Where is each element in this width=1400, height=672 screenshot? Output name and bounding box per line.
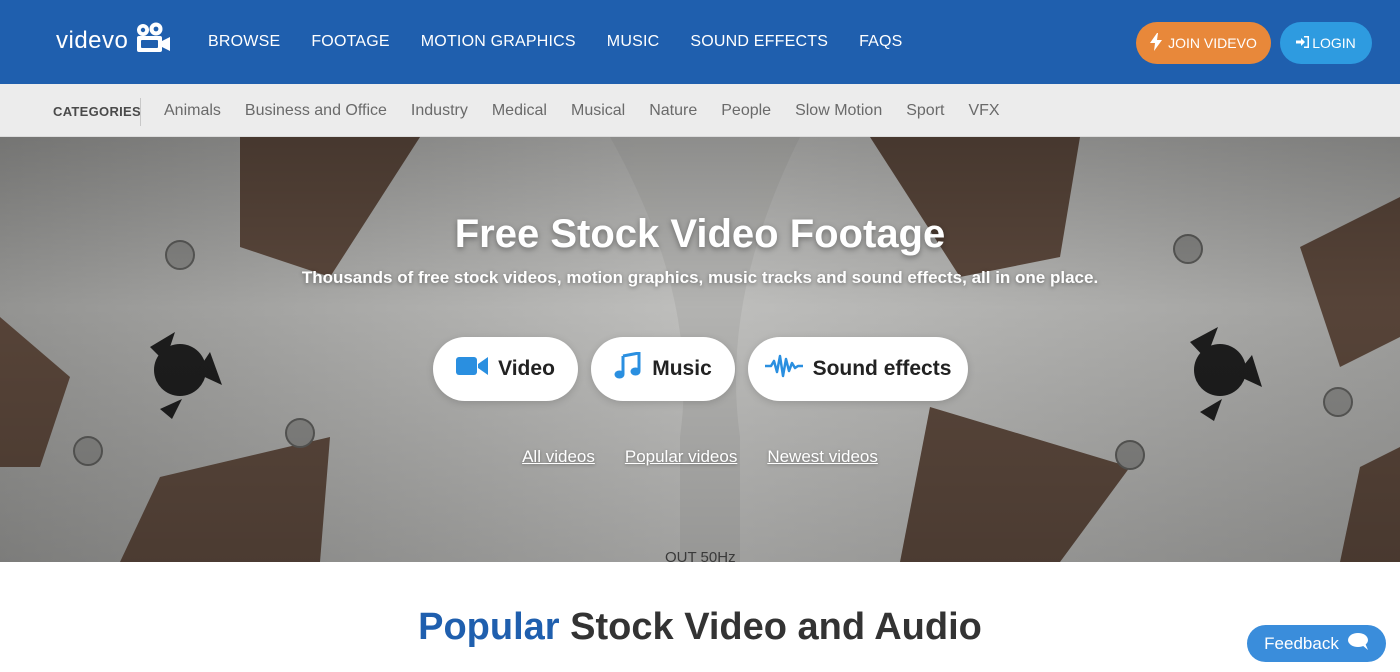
login-button[interactable]: LOGIN xyxy=(1280,22,1372,64)
popular-videos-link[interactable]: Popular videos xyxy=(625,447,737,467)
music-note-icon xyxy=(614,351,642,386)
category-musical[interactable]: Musical xyxy=(571,102,625,120)
category-vfx[interactable]: VFX xyxy=(968,102,999,120)
videvo-logo[interactable]: videvo xyxy=(56,22,172,59)
camera-logo-icon xyxy=(134,22,172,59)
all-videos-link[interactable]: All videos xyxy=(522,447,595,467)
feedback-label: Feedback xyxy=(1264,633,1339,653)
sound-effects-category-button[interactable]: Sound effects xyxy=(748,337,968,401)
categories-label: CATEGORIES xyxy=(53,104,141,119)
category-nature[interactable]: Nature xyxy=(649,102,697,120)
category-sport[interactable]: Sport xyxy=(906,102,944,120)
popular-highlight: Popular xyxy=(418,606,560,648)
popular-section-heading: Popular Stock Video and Audio xyxy=(0,606,1400,649)
sound-effects-label: Sound effects xyxy=(812,357,952,380)
logo-text: videvo xyxy=(56,26,129,54)
category-people[interactable]: People xyxy=(721,102,771,120)
nav-footage[interactable]: FOOTAGE xyxy=(311,33,389,51)
hero-subtitle: Thousands of free stock videos, motion g… xyxy=(301,268,1099,287)
hero-title: Free Stock Video Footage xyxy=(454,212,946,256)
lightning-icon xyxy=(1150,32,1163,54)
category-animals[interactable]: Animals xyxy=(164,102,221,120)
nav-motion-graphics[interactable]: MOTION GRAPHICS xyxy=(421,33,576,51)
sign-in-icon xyxy=(1296,35,1310,51)
category-business-and-office[interactable]: Business and Office xyxy=(245,102,387,120)
categories-bar: CATEGORIES Animals Business and Office I… xyxy=(0,84,1400,137)
newest-videos-link[interactable]: Newest videos xyxy=(767,447,878,467)
bg-out-50hz-text: OUT 50Hz xyxy=(665,549,736,562)
categories-list: Animals Business and Office Industry Med… xyxy=(164,84,1024,137)
join-videvo-button[interactable]: JOIN VIDEVO xyxy=(1136,22,1271,64)
nav-music[interactable]: MUSIC xyxy=(607,33,660,51)
nav-faqs[interactable]: FAQS xyxy=(859,33,902,51)
main-nav: BROWSE FOOTAGE MOTION GRAPHICS MUSIC SOU… xyxy=(208,0,934,84)
waveform-icon xyxy=(764,353,803,385)
chat-bubble-icon xyxy=(1347,632,1369,655)
music-label: Music xyxy=(652,357,712,380)
video-category-button[interactable]: Video xyxy=(433,337,578,401)
category-industry[interactable]: Industry xyxy=(411,102,468,120)
nav-sound-effects[interactable]: SOUND EFFECTS xyxy=(690,33,828,51)
category-slow-motion[interactable]: Slow Motion xyxy=(795,102,882,120)
top-navbar: videvo BROWSE FOOTAGE MOTION GRAPHICS MU… xyxy=(0,0,1400,84)
video-label: Video xyxy=(498,357,555,380)
category-medical[interactable]: Medical xyxy=(492,102,547,120)
hero-quick-links: All videos Popular videos Newest videos xyxy=(0,447,1400,467)
popular-heading-rest: Stock Video and Audio xyxy=(570,606,982,648)
categories-divider xyxy=(140,98,141,126)
feedback-button[interactable]: Feedback xyxy=(1247,625,1386,662)
video-camera-icon xyxy=(456,356,489,382)
hero-section: OUT 50Hz Free Stock Video Footage Thousa… xyxy=(0,137,1400,562)
music-category-button[interactable]: Music xyxy=(591,337,735,401)
join-label: JOIN VIDEVO xyxy=(1168,35,1257,51)
nav-browse[interactable]: BROWSE xyxy=(208,33,280,51)
login-label: LOGIN xyxy=(1312,35,1356,51)
